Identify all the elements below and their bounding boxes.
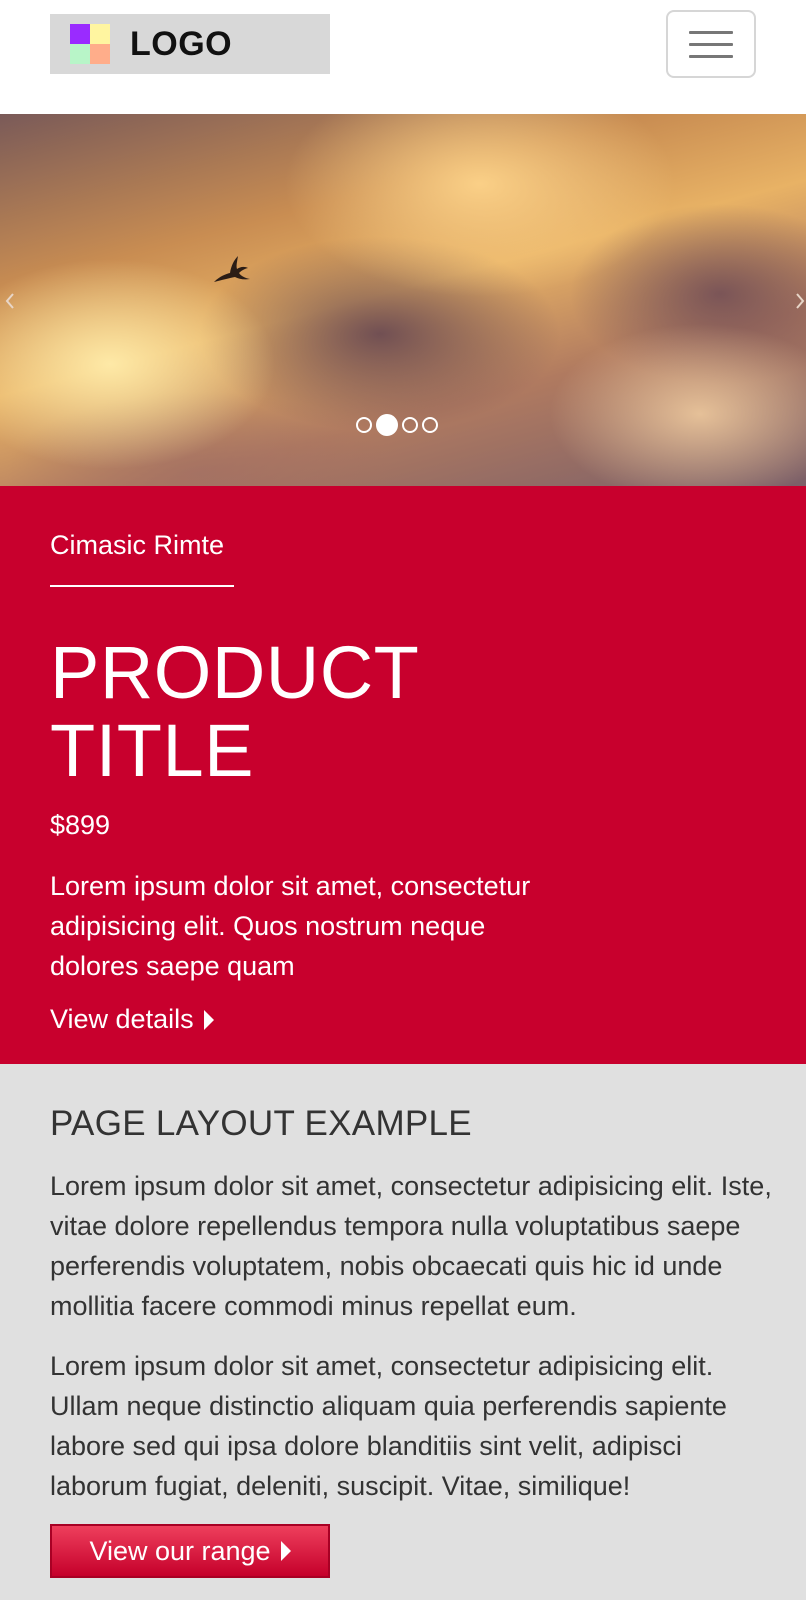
carousel-prev-button[interactable] [0, 286, 20, 316]
product-category: Cimasic Rimte [50, 530, 225, 560]
section-heading: PAGE LAYOUT EXAMPLE [50, 1104, 472, 1143]
view-details-label: View details [50, 1004, 194, 1034]
product-panel: Cimasic Rimte PRODUCT TITLE $899 Lorem i… [0, 486, 806, 1064]
logo-square-yellow [90, 24, 110, 44]
caret-right-icon [280, 1541, 291, 1561]
carousel-dot-3[interactable] [402, 417, 418, 433]
logo-square-green [70, 44, 90, 64]
carousel-dot-4[interactable] [422, 417, 438, 433]
product-description: Lorem ipsum dolor sit amet, consectetur … [50, 871, 531, 981]
site-header: LOGO [0, 0, 806, 114]
logo[interactable]: LOGO [50, 14, 330, 74]
menu-toggle-button[interactable] [666, 10, 756, 78]
view-our-range-button[interactable]: View our range [50, 1524, 330, 1578]
logo-text: LOGO [130, 24, 233, 63]
hero-carousel [0, 114, 806, 486]
category-divider [50, 585, 234, 587]
product-title: PRODUCT TITLE [50, 631, 419, 792]
logo-mark-icon [70, 24, 110, 64]
carousel-dot-1[interactable] [356, 417, 372, 433]
body-paragraph: Lorem ipsum dolor sit amet, consectetur … [50, 1171, 772, 1321]
carousel-next-button[interactable] [790, 286, 806, 316]
logo-square-orange [90, 44, 110, 64]
view-details-link[interactable]: View details [50, 1004, 214, 1035]
bird-icon [214, 256, 250, 282]
hamburger-icon-bar [689, 42, 733, 46]
chevron-left-icon [5, 293, 14, 309]
carousel-dot-2[interactable] [376, 414, 398, 436]
product-price: $899 [50, 810, 111, 840]
cta-label: View our range [89, 1535, 271, 1566]
logo-square-purple [70, 24, 90, 44]
hamburger-icon-bar [689, 54, 733, 58]
chevron-right-icon [796, 293, 805, 309]
caret-right-icon [203, 1009, 214, 1030]
body-paragraph: Lorem ipsum dolor sit amet, consectetur … [50, 1351, 727, 1501]
carousel-indicators [356, 414, 438, 436]
hamburger-icon-bar [689, 30, 733, 34]
page-layout-section: PAGE LAYOUT EXAMPLE Lorem ipsum dolor si… [0, 1064, 806, 1600]
